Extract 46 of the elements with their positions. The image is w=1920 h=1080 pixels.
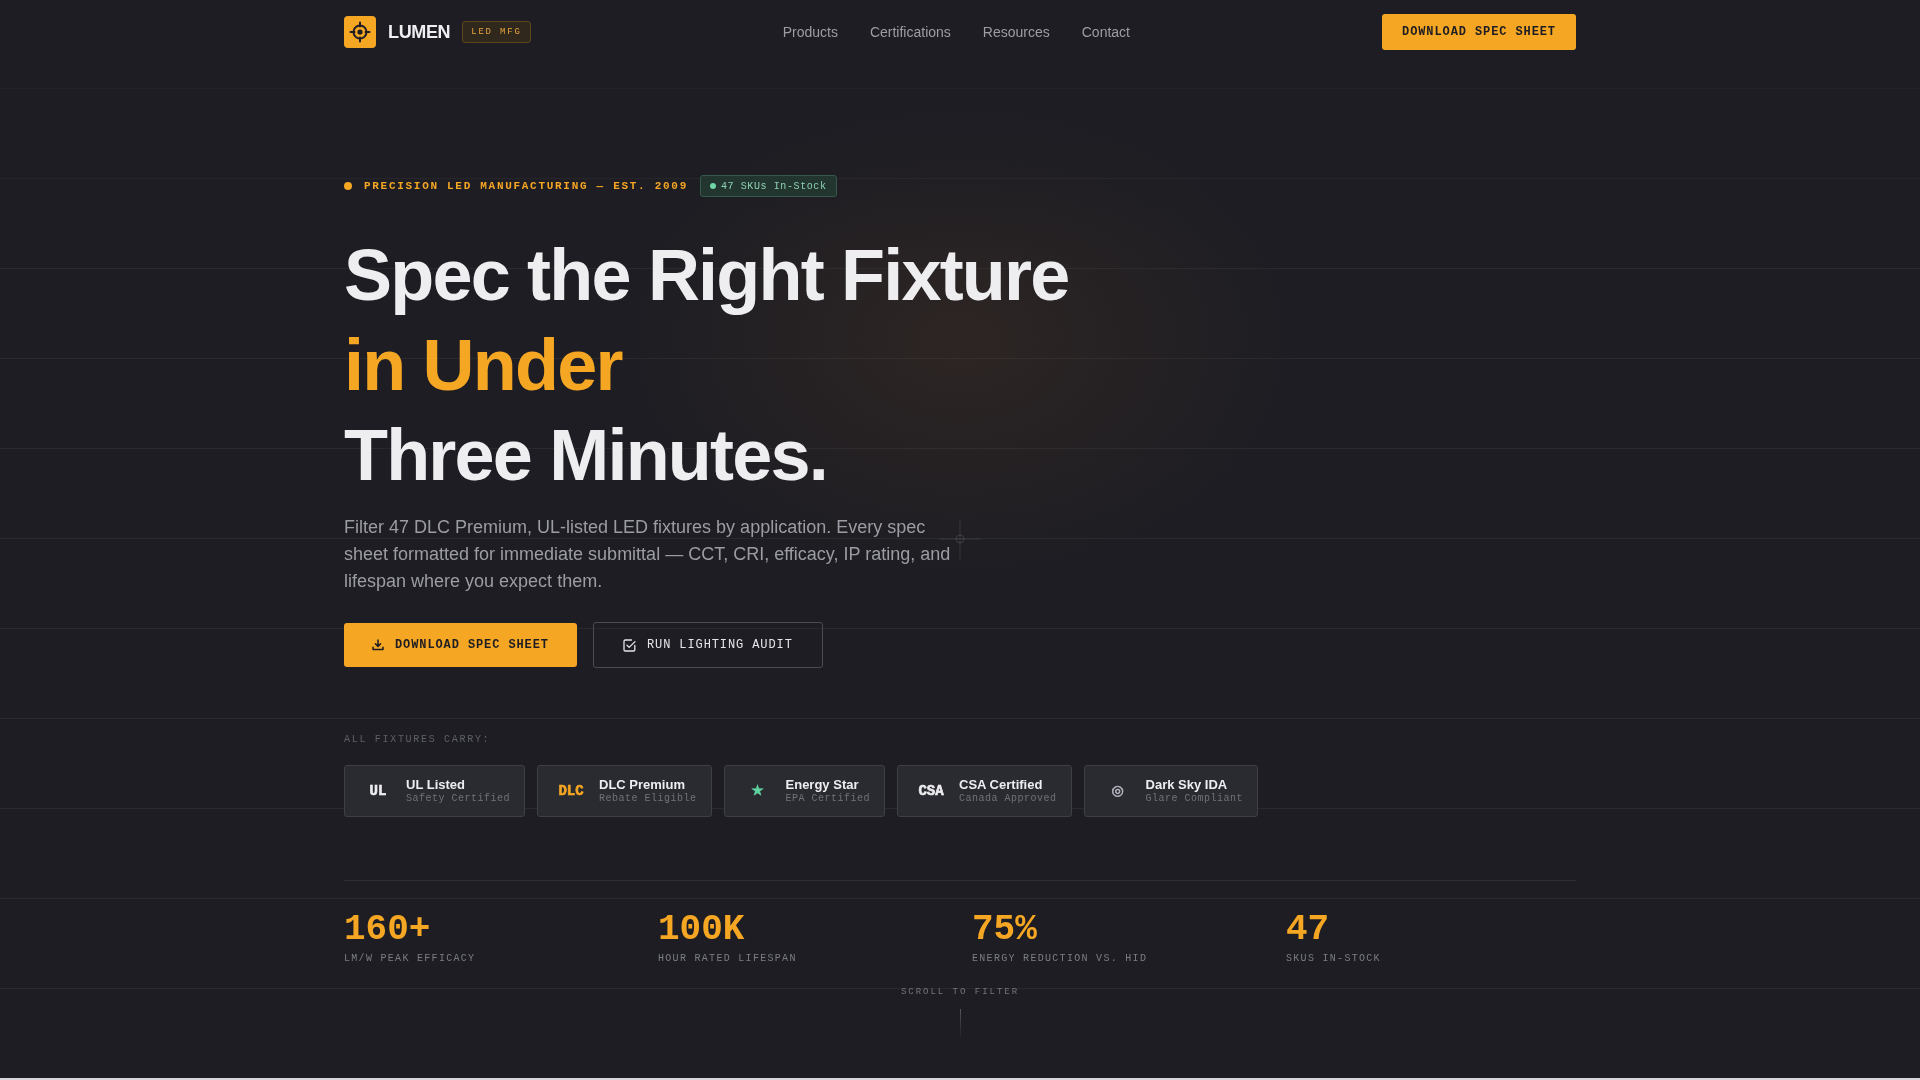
cert-title: UL Listed: [406, 777, 465, 792]
dot-icon: [344, 182, 352, 190]
eyebrow-text: PRECISION LED MANUFACTURING — EST. 2009: [364, 180, 688, 192]
nav-link[interactable]: Certifications: [869, 24, 951, 40]
stat-value: 75%: [972, 911, 1037, 949]
stat-label: HOUR RATED LIFESPAN: [658, 953, 797, 965]
scroll-hint: SCROLL TO FILTER: [900, 986, 1020, 998]
checkbox-icon: [622, 638, 636, 652]
cert-mark: UL: [369, 783, 387, 799]
cert-mark: DLC: [558, 783, 584, 799]
certifications-label: ALL FIXTURES CARRY:: [344, 734, 491, 746]
download-icon: [372, 639, 384, 651]
nav-link[interactable]: Products: [782, 24, 838, 40]
cert-subtitle: Glare Compliant: [1145, 793, 1244, 805]
nav-link[interactable]: Contact: [1081, 24, 1130, 40]
stock-badge-text: 47 SKUs In-Stock: [720, 180, 827, 192]
headline-line: Spec the Right Fixture: [344, 234, 1069, 317]
stat-label: LM/W PEAK EFFICACY: [344, 953, 476, 965]
nav-link[interactable]: Resources: [982, 24, 1050, 40]
cert-title: Dark Sky IDA: [1145, 777, 1228, 792]
cert-title: Energy Star: [785, 777, 859, 792]
cert-subtitle: Safety Certified: [406, 793, 510, 805]
cert-mark: ◎: [1111, 783, 1124, 799]
headline-line: Three Minutes.: [344, 414, 827, 497]
cert-subtitle: EPA Certified: [785, 793, 871, 805]
cert-subtitle: Rebate Eligible: [599, 793, 697, 805]
hero-description: Filter 47 DLC Premium, UL-listed LED fixtures by application. Every spec sheet formatted for immediate submittal — CCT, CRI, efficacy, IP rating, and lifespan where you expect them.: [344, 516, 952, 593]
download-button[interactable]: DOWNLOAD SPEC SHEET: [1382, 14, 1576, 50]
stat-value: 100K: [658, 911, 745, 949]
cert-subtitle: Canada Approved: [959, 793, 1057, 805]
logo-icon: [344, 16, 376, 48]
cert-title: CSA Certified: [959, 777, 1043, 792]
stat-label: SKUS IN-STOCK: [1286, 953, 1381, 965]
cert-mark: CSA: [918, 783, 944, 799]
stat-value: 47: [1286, 911, 1330, 949]
stat-value: 160+: [344, 911, 431, 949]
cert-title: DLC Premium: [599, 777, 685, 792]
primary-button[interactable]: DOWNLOAD SPEC SHEET: [344, 623, 577, 667]
cert-mark: ★: [751, 783, 764, 799]
scroll-indicator: [959, 1009, 961, 1039]
brand-name: LUMEN: [388, 21, 451, 43]
status-dot-icon: [709, 183, 716, 189]
stat-label: ENERGY REDUCTION VS. HID: [972, 953, 1148, 965]
headline-line: in Under: [344, 324, 622, 407]
secondary-button[interactable]: RUN LIGHTING AUDIT: [592, 622, 823, 668]
brand-badge: LED MFG: [462, 21, 531, 43]
